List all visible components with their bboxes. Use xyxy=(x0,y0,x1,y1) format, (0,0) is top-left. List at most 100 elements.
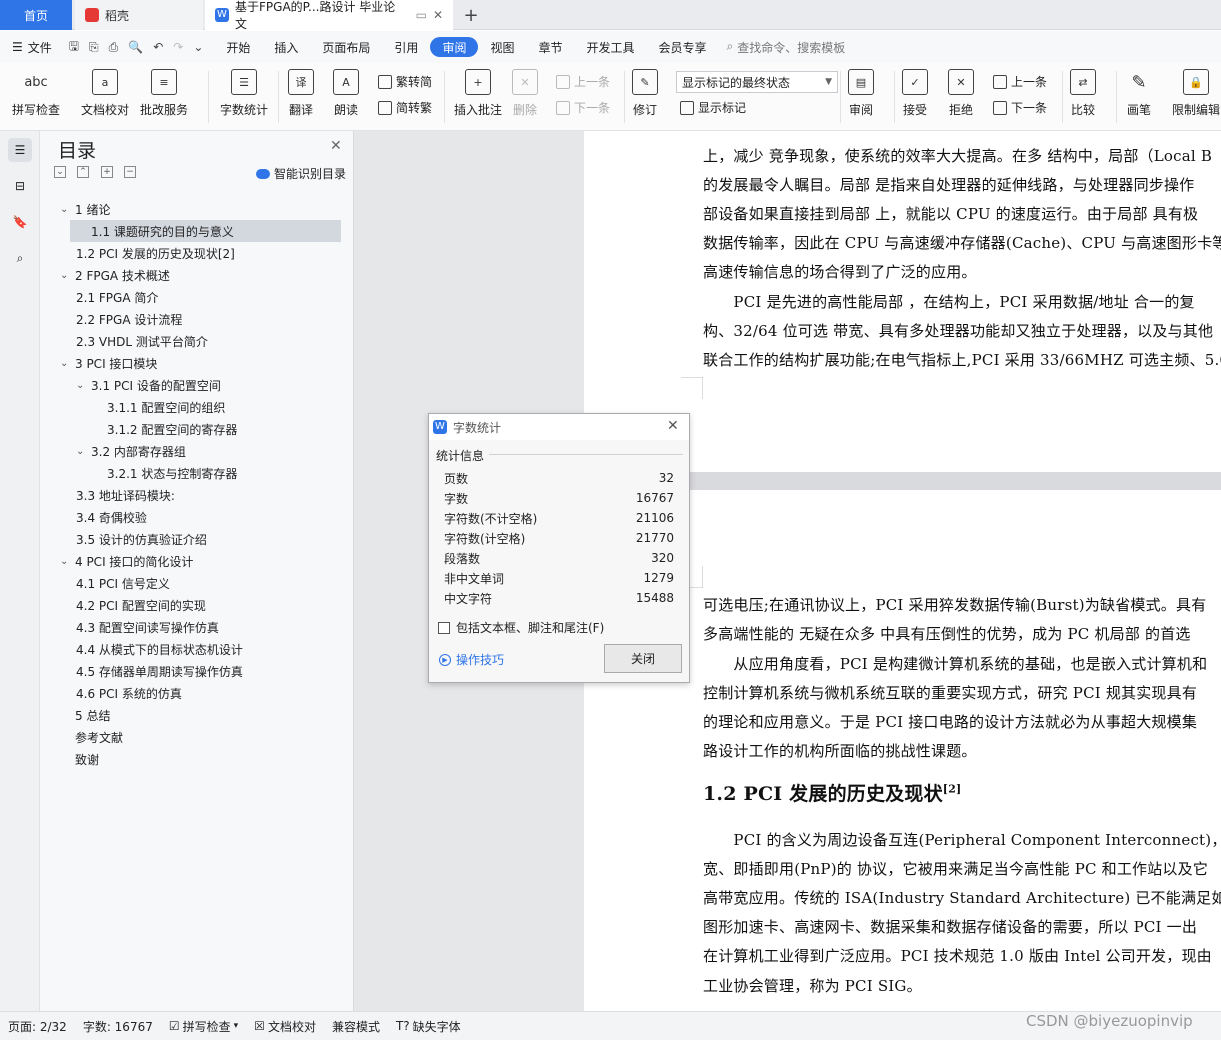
compare-button[interactable]: ⇄ 比较 xyxy=(1070,69,1096,118)
menu-item[interactable]: 插入 xyxy=(262,37,310,57)
toc-item[interactable]: 3.3 地址译码模块: xyxy=(76,484,175,506)
status-spell-check[interactable]: ☑ 拼写检查 ▾ xyxy=(161,1018,246,1035)
pen-button[interactable]: ✎ 画笔 xyxy=(1126,69,1152,118)
next-change-button[interactable]: 下一条 xyxy=(993,99,1047,116)
toc-item[interactable]: 3.2.1 状态与控制寄存器 xyxy=(107,462,237,484)
toc-item[interactable]: 2.2 FPGA 设计流程 xyxy=(76,308,182,330)
track-changes-button[interactable]: ✎ 修订 xyxy=(632,69,658,118)
toc-item[interactable]: 参考文献 xyxy=(75,726,123,748)
toc-item[interactable]: 1.1 课题研究的目的与意义 xyxy=(70,220,341,242)
remove-heading-icon[interactable]: − xyxy=(124,166,136,178)
toc-item[interactable]: 2.3 VHDL 测试平台简介 xyxy=(76,330,208,352)
compat-mode[interactable]: 兼容模式 xyxy=(324,1018,388,1035)
expand-chevron-icon[interactable]: ⌄ xyxy=(76,446,88,457)
toc-item[interactable]: 4.5 存储器单周期读写操作仿真 xyxy=(76,660,243,682)
expand-chevron-icon[interactable]: ⌄ xyxy=(60,556,72,567)
menu-item[interactable]: 页面布局 xyxy=(310,37,382,57)
find-icon[interactable]: ⌕ xyxy=(8,246,32,270)
include-footnotes-checkbox[interactable]: 包括文本框、脚注和尾注(F) xyxy=(438,619,604,636)
spell-check-button[interactable]: abc 拼写检查 xyxy=(12,69,60,118)
toc-item[interactable]: 3.4 奇偶校验 xyxy=(76,506,147,528)
toc-item[interactable]: 5 总结 xyxy=(75,704,110,726)
proofread-button[interactable]: a 文档校对 xyxy=(81,69,129,118)
toc-item[interactable]: 4.3 配置空间读写操作仿真 xyxy=(76,616,219,638)
new-tab-button[interactable]: + xyxy=(456,0,486,30)
restrict-edit-button[interactable]: 🔒 限制编辑 xyxy=(1172,69,1220,118)
t2s-button[interactable]: 繁转简 xyxy=(378,73,432,90)
restore-icon[interactable]: ▭ xyxy=(416,8,427,22)
tips-link[interactable]: ▶ 操作技巧 xyxy=(439,651,504,668)
export-icon[interactable]: ⎘ xyxy=(84,40,104,55)
tab-close-icon[interactable]: ✕ xyxy=(433,8,443,22)
citation-superscript[interactable]: [2] xyxy=(943,783,962,796)
missing-font[interactable]: T? 缺失字体 xyxy=(388,1018,469,1035)
s2t-button[interactable]: 简转繁 xyxy=(378,99,432,116)
menu-item[interactable]: 视图 xyxy=(478,37,526,57)
toc-close-icon[interactable]: ✕ xyxy=(330,138,342,154)
add-heading-icon[interactable]: + xyxy=(101,166,113,178)
expand-chevron-icon[interactable]: ⌄ xyxy=(76,380,88,391)
toc-nav-icon[interactable]: ☰ xyxy=(8,138,32,162)
smart-toc-button[interactable]: 智能识别目录 xyxy=(256,165,346,182)
toc-item[interactable]: ⌄ 4 PCI 接口的简化设计 xyxy=(60,550,193,572)
command-search[interactable]: ⌕ 查找命令、搜索模板 xyxy=(727,39,846,56)
expand-up-icon[interactable]: ⌃ xyxy=(77,166,89,178)
expand-chevron-icon[interactable]: ⌄ xyxy=(60,358,72,369)
toc-item[interactable]: 3.1.2 配置空间的寄存器 xyxy=(107,418,237,440)
toc-item[interactable]: 3.5 设计的仿真验证介绍 xyxy=(76,528,207,550)
menu-item[interactable]: 章节 xyxy=(526,37,574,57)
expand-chevron-icon[interactable]: ⌄ xyxy=(60,204,72,215)
file-menu[interactable]: ☰ 文件 xyxy=(0,37,64,57)
read-aloud-button[interactable]: A 朗读 xyxy=(333,69,359,118)
prev-comment-button[interactable]: 上一条 xyxy=(556,73,610,90)
menu-item[interactable]: 开始 xyxy=(214,37,262,57)
toc-item[interactable]: ⌄ 1 绪论 xyxy=(60,198,110,220)
page-indicator[interactable]: 页面: 2/32 xyxy=(0,1018,75,1035)
menu-item[interactable]: 会员专享 xyxy=(647,37,719,57)
status-proofread[interactable]: ☒ 文档校对 xyxy=(246,1018,324,1035)
reject-button[interactable]: ✕ 拒绝 xyxy=(948,69,974,118)
preview-icon[interactable]: 🔍 xyxy=(123,40,148,54)
toc-item[interactable]: 致谢 xyxy=(75,748,99,770)
annotate-service-button[interactable]: ≡ 批改服务 xyxy=(140,69,188,118)
toc-item[interactable]: 4.6 PCI 系统的仿真 xyxy=(76,682,182,704)
toc-item[interactable]: ⌄ 2 FPGA 技术概述 xyxy=(60,264,170,286)
dialog-close-icon[interactable]: ✕ xyxy=(667,418,679,434)
undo-icon[interactable]: ↶ xyxy=(148,40,168,54)
menu-item[interactable]: 开发工具 xyxy=(574,37,646,57)
insert-comment-button[interactable]: + 插入批注 xyxy=(454,69,502,118)
menu-item[interactable]: 引用 xyxy=(382,37,430,57)
close-button[interactable]: 关闭 xyxy=(604,644,682,673)
prev-change-button[interactable]: 上一条 xyxy=(993,73,1047,90)
redo-icon[interactable]: ↷ xyxy=(168,40,188,54)
chapter-nav-icon[interactable]: ⊟ xyxy=(8,174,32,198)
accept-button[interactable]: ✓ 接受 xyxy=(902,69,928,118)
toc-item[interactable]: ⌄ 3.2 内部寄存器组 xyxy=(76,440,186,462)
translate-button[interactable]: 译翻译 xyxy=(288,69,314,118)
toc-item[interactable]: 4.1 PCI 信号定义 xyxy=(76,572,170,594)
next-comment-button[interactable]: 下一条 xyxy=(556,99,610,116)
toc-item[interactable]: 2.1 FPGA 简介 xyxy=(76,286,158,308)
toc-item[interactable]: 1.2 PCI 发展的历史及现状[2] xyxy=(76,242,235,264)
save-icon[interactable]: 🖫 xyxy=(64,37,84,58)
review-pane-button[interactable]: ▤ 审阅 xyxy=(848,69,874,118)
toc-item[interactable]: ⌄ 3.1 PCI 设备的配置空间 xyxy=(76,374,221,396)
delete-comment-button[interactable]: ✕ 删除 xyxy=(512,69,538,118)
tab-home[interactable]: 首页 xyxy=(0,0,72,30)
toc-item[interactable]: 4.4 从模式下的目标状态机设计 xyxy=(76,638,243,660)
word-count-indicator[interactable]: 字数: 16767 xyxy=(75,1018,161,1035)
expand-chevron-icon[interactable]: ⌄ xyxy=(60,270,72,281)
more-icon[interactable]: ⌄ xyxy=(188,40,208,54)
bookmark-icon[interactable]: 🔖 xyxy=(8,210,32,234)
show-markup-button[interactable]: 显示标记 xyxy=(680,99,746,116)
markup-state-select[interactable]: 显示标记的最终状态 ▼ xyxy=(676,71,838,93)
toc-item[interactable]: 4.2 PCI 配置空间的实现 xyxy=(76,594,206,616)
tab-daoke[interactable]: 稻壳 xyxy=(75,0,203,30)
word-count-button[interactable]: ☰ 字数统计 xyxy=(220,69,268,118)
collapse-all-icon[interactable]: ⌄ xyxy=(54,166,66,178)
toc-item[interactable]: 3.1.1 配置空间的组织 xyxy=(107,396,225,418)
menu-item[interactable]: 审阅 xyxy=(430,37,479,57)
tab-document[interactable]: W 基于FPGA的P...路设计 毕业论文 ▭ ✕ xyxy=(205,0,453,31)
toc-item[interactable]: ⌄ 3 PCI 接口模块 xyxy=(60,352,157,374)
print-icon[interactable]: ⎙ xyxy=(104,40,124,55)
